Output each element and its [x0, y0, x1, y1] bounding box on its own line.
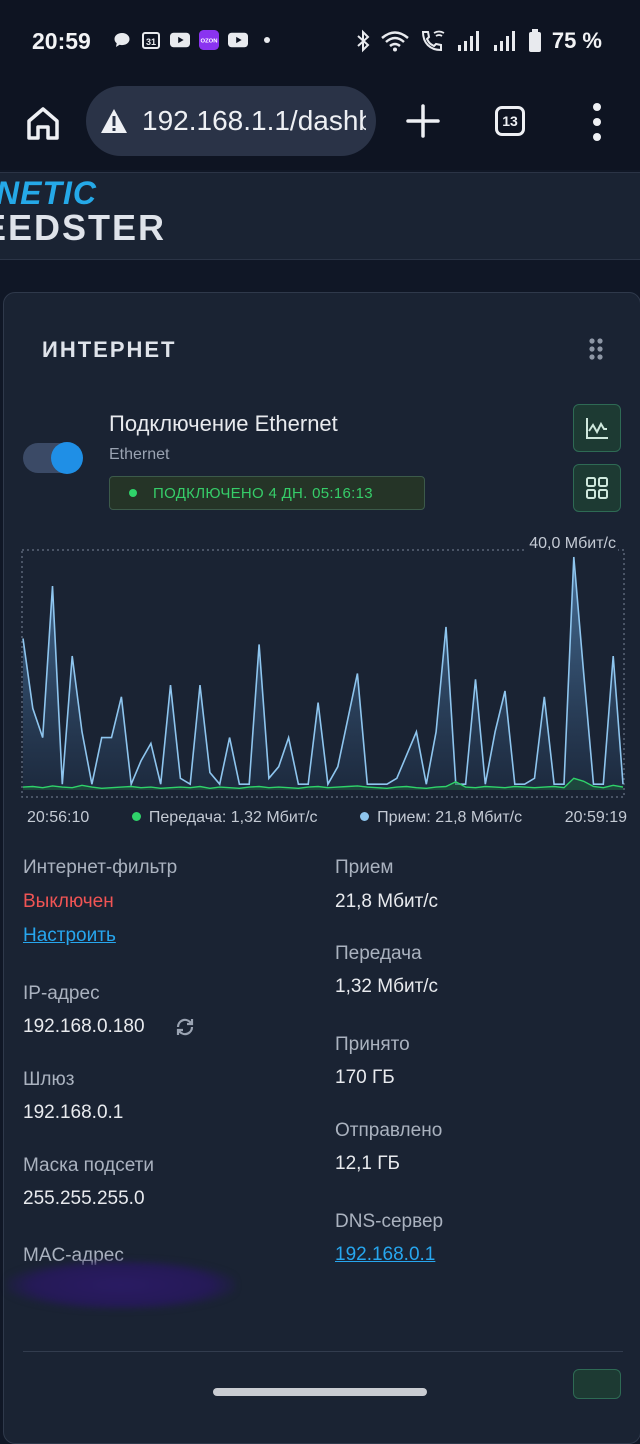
overflow-menu-icon[interactable] — [592, 102, 602, 142]
card-title: ИНТЕРНЕТ — [42, 337, 177, 362]
legend-rx-dot — [360, 812, 370, 821]
connection-name: Подключение Ethernet — [109, 411, 338, 436]
internet-card: ИНТЕРНЕТ Подключение Ethernet Ethernet П… — [3, 292, 640, 1444]
youtube-icon — [228, 30, 248, 50]
tx-value: 1,32 Мбит/с — [335, 976, 439, 997]
graph-end-time: 20:59:19 — [564, 809, 627, 826]
received-value: 170 ГБ — [335, 1067, 395, 1088]
warning-icon[interactable] — [100, 108, 128, 134]
drag-handle-icon[interactable] — [588, 337, 604, 361]
url-text[interactable]: 192.168.1.1/dashboard — [142, 105, 366, 137]
gateway-label: Шлюз — [23, 1069, 75, 1090]
signal-icon — [457, 31, 479, 51]
dns-value-link[interactable]: 192.168.0.1 — [335, 1244, 435, 1266]
calendar-icon: 31 — [141, 30, 161, 50]
wifi-icon — [381, 31, 409, 52]
new-tab-icon[interactable] — [404, 102, 442, 140]
url-bar[interactable]: 192.168.1.1/dashboard — [86, 86, 376, 156]
ozon-icon: OZON — [199, 30, 219, 50]
gateway-value: 192.168.0.1 — [23, 1102, 124, 1123]
home-icon[interactable] — [24, 104, 62, 142]
filter-label: Интернет-фильтр — [23, 857, 178, 878]
logo-line2[interactable]: EEDSTER — [0, 207, 166, 249]
graph-legend: 20:56:10 Передача: 1,32 Мбит/с Прием: 21… — [27, 809, 627, 827]
dns-label: DNS-сервер — [335, 1211, 444, 1232]
legend-rx: Прием: 21,8 Мбит/с — [360, 809, 522, 827]
tab-switcher-button[interactable]: 13 — [495, 106, 525, 136]
chart-icon — [586, 418, 608, 439]
grid-view-button[interactable] — [573, 464, 621, 512]
status-time: 20:59 — [32, 28, 91, 54]
signal-icon — [493, 31, 515, 51]
calendar-day-text: 31 — [146, 37, 156, 47]
next-section-button[interactable] — [573, 1369, 621, 1399]
ozon-label: OZON — [200, 39, 217, 45]
legend-rx-label: Прием: 21,8 Мбит/с — [377, 809, 523, 826]
legend-tx-label: Передача: 1,32 Мбит/с — [148, 809, 318, 826]
ip-label: IP-адрес — [23, 983, 100, 1004]
browser-toolbar: 192.168.1.1/dashboard 13 — [0, 84, 640, 170]
received-label: Принято — [335, 1034, 410, 1055]
chat-bubble-icon — [112, 30, 132, 50]
filter-value: Выключен — [23, 891, 114, 912]
refresh-icon[interactable] — [173, 1015, 197, 1039]
gesture-home-bar[interactable] — [213, 1388, 427, 1396]
ip-value: 192.168.0.180 — [23, 1016, 145, 1037]
battery-icon — [528, 29, 541, 52]
tx-label: Передача — [335, 943, 422, 964]
mask-label: Маска подсети — [23, 1155, 154, 1176]
battery-percent: 75 % — [551, 28, 602, 53]
youtube-icon — [170, 30, 190, 50]
notification-icons: 31 OZON — [112, 30, 277, 50]
wifi-call-icon — [421, 30, 445, 52]
legend-tx: Передача: 1,32 Мбит/с — [131, 809, 318, 827]
connection-type: Ethernet — [109, 446, 170, 463]
connection-toggle[interactable] — [23, 442, 83, 474]
grid-icon — [586, 477, 608, 499]
legend-tx-dot — [131, 812, 141, 821]
status-dot — [129, 489, 137, 497]
graph-max-label: 40,0 Мбит/с — [527, 535, 618, 553]
sent-label: Отправлено — [335, 1120, 443, 1141]
toggle-knob — [51, 442, 83, 474]
bluetooth-icon — [357, 29, 370, 53]
site-header: NETIC EEDSTER — [0, 172, 640, 260]
rx-value: 21,8 Мбит/с — [335, 891, 439, 912]
filter-configure-link[interactable]: Настроить — [23, 925, 116, 947]
chart-view-button[interactable] — [573, 404, 621, 452]
status-bar: 20:59 31 OZON 75 % — [0, 0, 640, 84]
graph-start-time: 20:56:10 — [27, 809, 90, 826]
section-divider — [23, 1351, 623, 1352]
status-badge: ПОДКЛЮЧЕНО 4 ДН. 05:16:13 — [109, 476, 425, 510]
rx-series-area — [23, 557, 623, 790]
dot-icon — [257, 30, 277, 50]
mac-redaction — [6, 1260, 236, 1310]
system-icons: 75 % — [356, 28, 602, 54]
rx-label: Прием — [335, 857, 394, 878]
mask-value: 255.255.255.0 — [23, 1188, 145, 1209]
traffic-graph — [21, 549, 625, 798]
sent-value: 12,1 ГБ — [335, 1153, 401, 1174]
status-text: ПОДКЛЮЧЕНО 4 ДН. 05:16:13 — [153, 484, 373, 502]
